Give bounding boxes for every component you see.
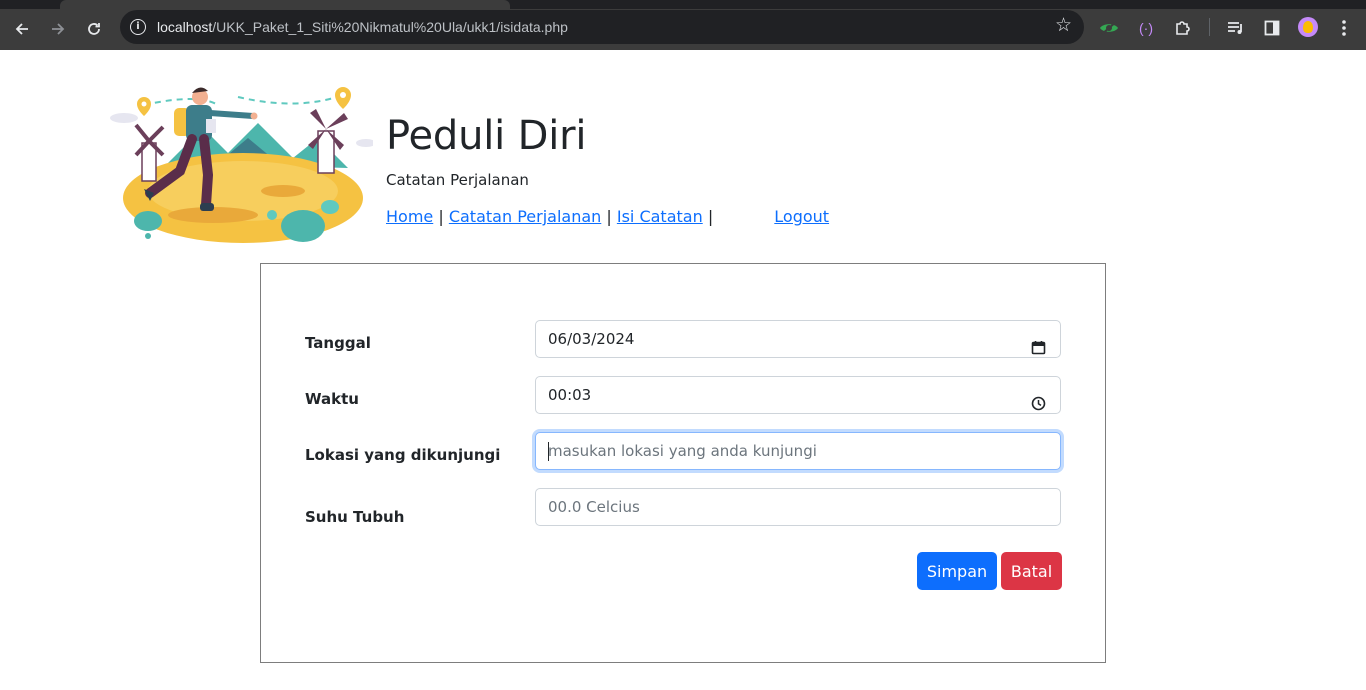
sidebar-icon[interactable] — [1260, 16, 1284, 40]
page-subtitle: Catatan Perjalanan — [386, 171, 529, 189]
nav-link-logout[interactable]: Logout — [774, 207, 829, 226]
calendar-icon[interactable] — [1031, 332, 1046, 355]
page-content: Peduli Diri Catatan Perjalanan Home | Ca… — [0, 50, 1366, 690]
tanggal-label: Tanggal — [305, 334, 371, 352]
lokasi-label: Lokasi yang dikunjungi — [305, 446, 501, 464]
url-path: /UKK_Paket_1_Siti%20Nikmatul%20Ula/ukk1/… — [212, 19, 568, 35]
form-row-suhu: Suhu Tubuh 00.0 Celcius — [305, 488, 1062, 526]
nav-link-catatan-perjalanan[interactable]: Catatan Perjalanan — [449, 207, 601, 226]
nav-separator: | — [438, 207, 444, 226]
nav-separator: | — [707, 207, 714, 226]
text-caret — [548, 442, 549, 461]
url-text[interactable]: localhost/UKK_Paket_1_Siti%20Nikmatul%20… — [157, 19, 568, 35]
traveler-illustration — [108, 83, 376, 248]
form-row-waktu: Waktu 00:03 — [305, 376, 1062, 414]
nav-link-home[interactable]: Home — [386, 207, 433, 226]
bracket-extension-icon[interactable]: (·) — [1134, 16, 1158, 40]
nav-link-isi-catatan[interactable]: Isi Catatan — [617, 207, 703, 226]
cancel-button[interactable]: Batal — [1001, 552, 1062, 590]
waktu-time-input[interactable]: 00:03 — [535, 376, 1061, 414]
lokasi-placeholder: masukan lokasi yang anda kunjungi — [548, 442, 817, 460]
waktu-value: 00:03 — [548, 386, 592, 404]
main-nav: Home | Catatan Perjalanan | Isi Catatan … — [386, 207, 829, 226]
form-row-lokasi: Lokasi yang dikunjungi masukan lokasi ya… — [305, 432, 1062, 470]
page-title: Peduli Diri — [386, 113, 587, 159]
lokasi-input[interactable]: masukan lokasi yang anda kunjungi — [535, 432, 1061, 470]
browser-toolbar: i localhost/UKK_Paket_1_Siti%20Nikmatul%… — [0, 0, 1366, 50]
address-bar[interactable]: i localhost/UKK_Paket_1_Siti%20Nikmatul%… — [120, 10, 1084, 44]
tab-strip — [0, 0, 1366, 9]
menu-icon[interactable] — [1332, 16, 1356, 40]
tanggal-value: 06/03/2024 — [548, 330, 635, 348]
eye-extension-icon[interactable] — [1097, 16, 1121, 40]
save-button[interactable]: Simpan — [917, 552, 997, 590]
url-host: localhost — [157, 19, 213, 35]
waktu-label: Waktu — [305, 390, 359, 408]
forward-arrow-icon[interactable] — [45, 16, 71, 42]
reload-icon[interactable] — [81, 16, 107, 42]
form-row-tanggal: Tanggal 06/03/2024 — [305, 320, 1062, 358]
puzzle-icon[interactable] — [1171, 16, 1195, 40]
toolbar-separator — [1209, 18, 1210, 36]
suhu-placeholder: 00.0 Celcius — [548, 498, 640, 516]
active-tab[interactable] — [60, 0, 510, 9]
suhu-input[interactable]: 00.0 Celcius — [535, 488, 1061, 526]
profile-avatar-icon[interactable] — [1298, 17, 1318, 37]
media-queue-icon[interactable] — [1224, 16, 1248, 40]
info-icon[interactable]: i — [130, 19, 146, 35]
star-icon[interactable]: ☆ — [1055, 16, 1072, 36]
nav-separator: | — [606, 207, 612, 226]
tanggal-date-input[interactable]: 06/03/2024 — [535, 320, 1061, 358]
suhu-label: Suhu Tubuh — [305, 508, 405, 526]
clock-icon[interactable] — [1031, 388, 1046, 411]
back-arrow-icon[interactable] — [9, 16, 35, 42]
entry-form: Tanggal 06/03/2024 Waktu 00:03 Lokasi ya… — [260, 263, 1106, 663]
